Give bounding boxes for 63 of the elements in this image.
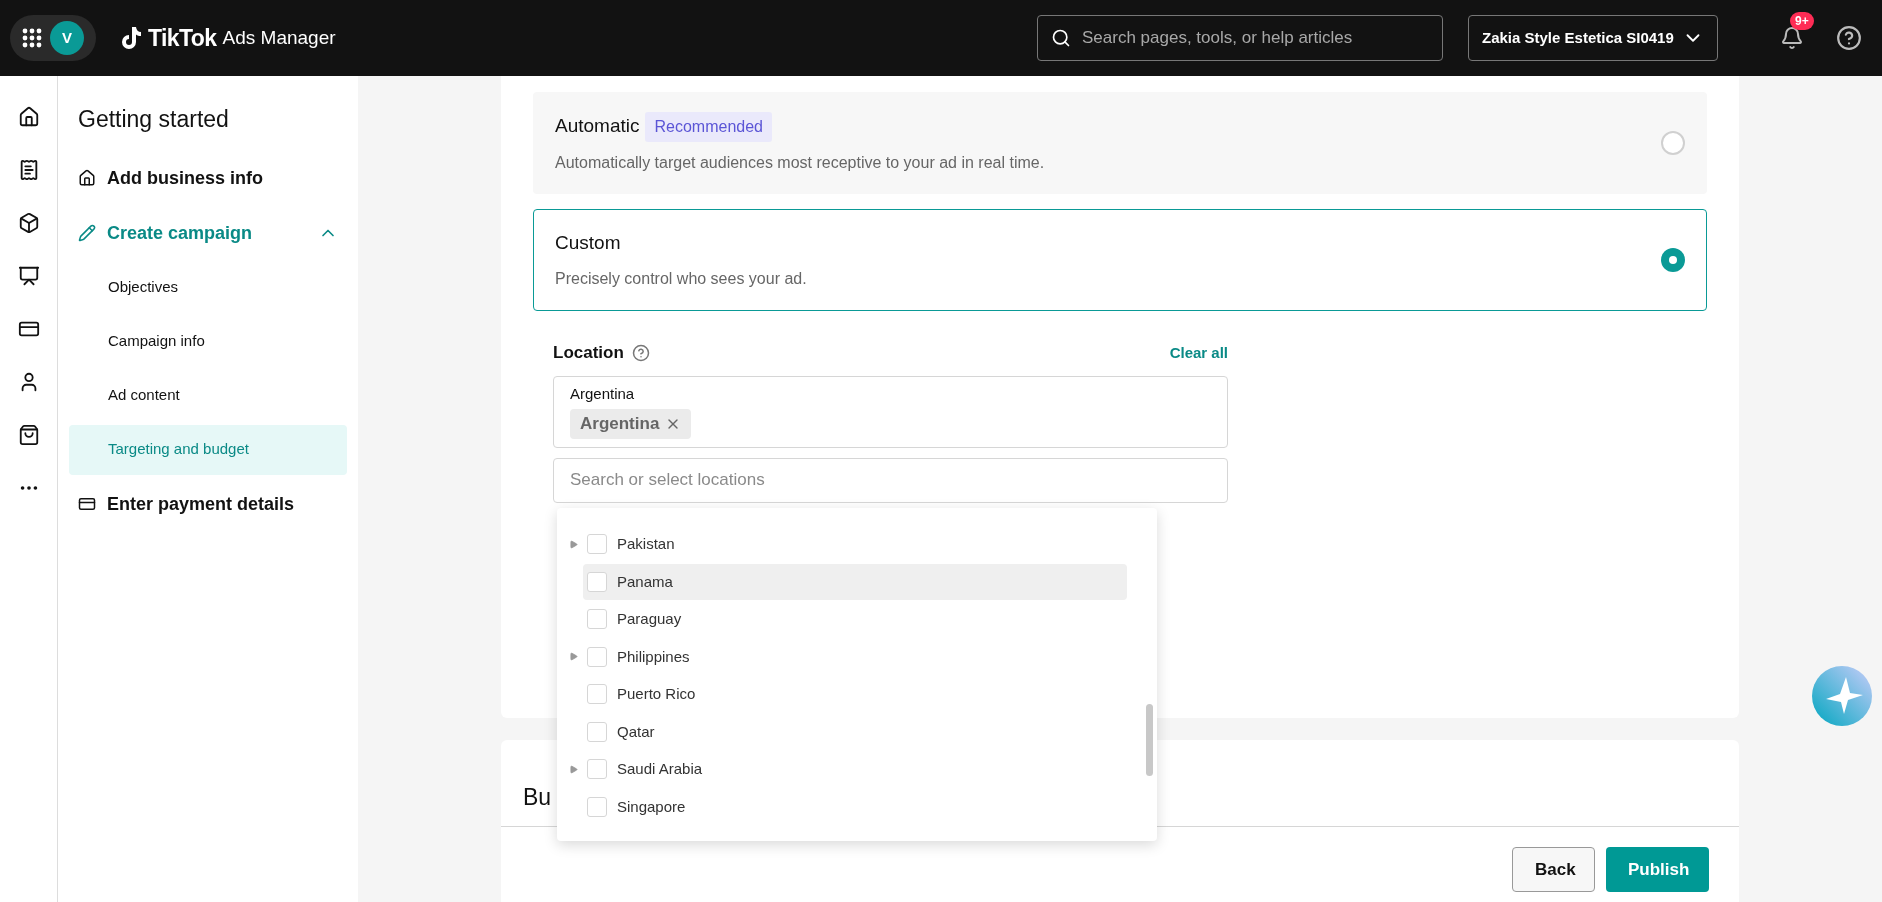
cube-icon[interactable] (17, 212, 40, 234)
recommended-badge: Recommended (645, 111, 772, 142)
home-icon[interactable] (17, 106, 40, 128)
note-logo-icon (122, 26, 142, 50)
checkbox[interactable] (587, 609, 607, 630)
location-option[interactable]: Pakistan (563, 525, 1143, 563)
back-button[interactable]: Back (1512, 847, 1595, 892)
group-label: Argentina (570, 383, 635, 404)
option-card[interactable]: Automatic Recommended Automatically target audiences most receptive to your ad in real time. (533, 92, 1707, 194)
expand-arrow-icon[interactable] (568, 652, 578, 662)
pencil-icon (78, 224, 96, 242)
logo-text: TikTok (148, 23, 217, 53)
search-icon (1051, 28, 1071, 48)
expand-arrow-icon[interactable] (568, 539, 578, 549)
scrollbar[interactable] (1146, 703, 1153, 776)
search-field[interactable]: Search pages, tools, or help articles (1037, 15, 1443, 61)
card-icon (78, 495, 96, 513)
sidebar-item[interactable]: Targeting and budget (69, 424, 347, 475)
help-icon[interactable] (1836, 25, 1862, 51)
location-option[interactable]: Singapore (563, 788, 1143, 826)
option-description: Precisely control who sees your ad. (555, 268, 808, 289)
expand-arrow-icon[interactable] (568, 764, 578, 774)
location-option[interactable]: Philippines (563, 638, 1143, 676)
radio-button[interactable] (1661, 131, 1685, 155)
checkbox[interactable] (587, 534, 607, 555)
sidebar-title: Getting started (77, 105, 230, 134)
clear-all-link[interactable]: Clear all (1169, 341, 1228, 364)
checkbox[interactable] (587, 759, 607, 780)
location-option[interactable]: Puerto Rico (563, 675, 1143, 713)
section-heading: Bu (523, 782, 552, 812)
sidebar-item[interactable]: Campaign info (69, 316, 347, 367)
location-tag: Argentina (570, 409, 692, 439)
checkbox[interactable] (587, 796, 607, 817)
radio-button[interactable] (1661, 248, 1685, 272)
notification-badge: 9+ (1790, 12, 1814, 30)
sidebar-step[interactable]: Create campaign (69, 205, 347, 261)
chart-icon[interactable] (17, 265, 40, 287)
option-card[interactable]: Custom Precisely control who sees your ad. (533, 209, 1707, 311)
publish-button[interactable]: Publish (1606, 847, 1709, 892)
help-icon[interactable] (631, 343, 650, 362)
checkbox[interactable] (587, 646, 607, 667)
location-option[interactable]: Paraguay (563, 600, 1143, 638)
location-option[interactable]: Saudi Arabia (563, 750, 1143, 788)
option-description: Automatically target audiences most receptive to your ad in real time. (555, 152, 1046, 173)
location-label: Location (553, 342, 624, 364)
sidebar-item[interactable]: Objectives (69, 262, 347, 313)
assistant-icon[interactable] (1812, 666, 1872, 726)
location-option[interactable]: Qatar (563, 713, 1143, 751)
option-title: Custom (555, 231, 621, 256)
checkbox[interactable] (587, 571, 607, 592)
account-selector[interactable]: Zakia Style Estetica SI0419 (1468, 15, 1718, 61)
option-title: Automatic (555, 114, 640, 139)
sidebar-step[interactable]: Enter payment details (69, 476, 347, 532)
sidebar-item[interactable]: Ad content (69, 370, 347, 421)
bell-icon[interactable] (1780, 26, 1804, 50)
bag-icon[interactable] (17, 424, 40, 446)
location-search-field[interactable]: Search or select locations (553, 457, 1228, 503)
checkbox[interactable] (587, 721, 607, 742)
sidebar-step[interactable]: Add business info (69, 150, 347, 206)
grid-icon (22, 28, 42, 48)
checkbox[interactable] (587, 684, 607, 705)
home-icon (78, 169, 96, 187)
product-name: Ads Manager (222, 25, 336, 50)
